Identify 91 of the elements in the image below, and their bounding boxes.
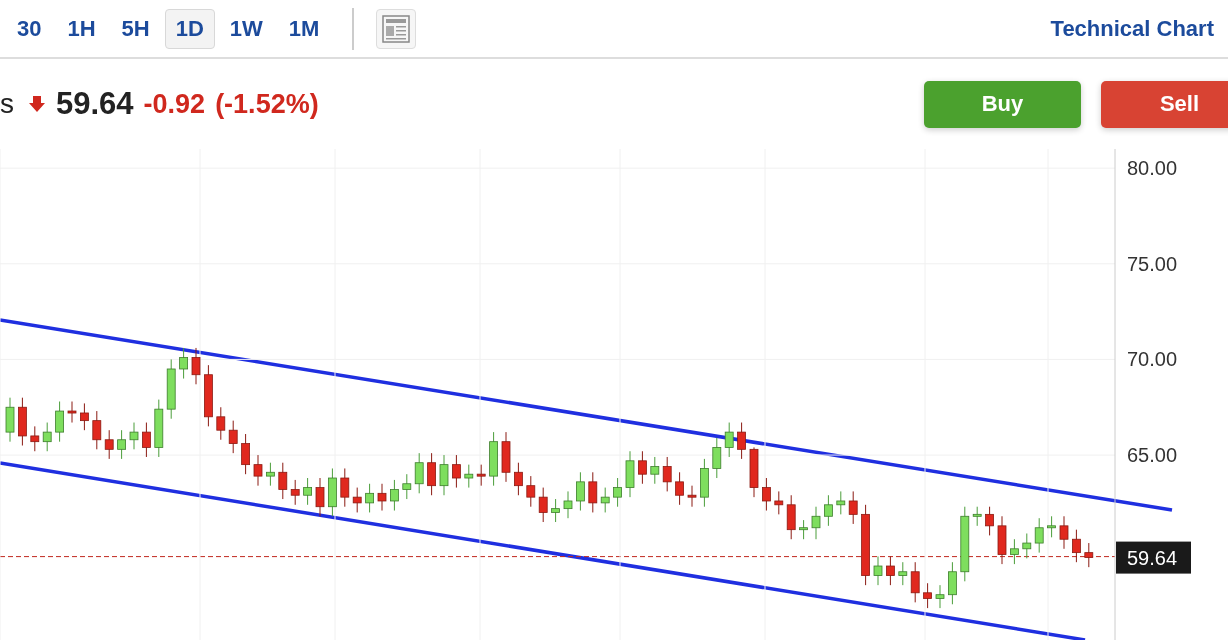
candlestick	[30, 425, 40, 452]
candlestick	[538, 487, 548, 523]
candlestick	[985, 506, 994, 536]
candlestick	[191, 347, 201, 385]
candlestick	[886, 555, 895, 586]
candlestick	[638, 450, 647, 485]
candlestick	[1022, 532, 1032, 559]
candlestick	[1010, 538, 1019, 565]
timeframe-tab[interactable]: 30	[6, 8, 53, 49]
candlestick	[935, 584, 945, 609]
candlestick	[340, 467, 350, 508]
candlestick	[811, 506, 821, 540]
timeframe-tab[interactable]: 1D	[164, 8, 215, 49]
candlestick	[80, 402, 89, 431]
candlestick	[737, 422, 746, 460]
candlestick	[377, 483, 387, 512]
candlestick	[216, 406, 226, 441]
candlestick	[873, 555, 883, 586]
candlestick	[402, 473, 412, 500]
candlestick	[117, 429, 126, 460]
candlestick	[600, 487, 610, 513]
candlestick	[439, 454, 449, 496]
candlestick	[414, 452, 424, 494]
last-price-label: 59.64	[1127, 546, 1178, 569]
candlestick	[1047, 515, 1056, 538]
candlestick	[526, 475, 536, 508]
candlestick	[836, 490, 846, 515]
candlestick	[290, 479, 300, 506]
candlestick	[67, 401, 77, 424]
candlestick	[687, 485, 697, 508]
candlestick	[452, 454, 461, 489]
candlestick	[576, 471, 585, 512]
timeframe-tab[interactable]: 1M	[277, 8, 331, 49]
candlestick	[588, 471, 598, 513]
candlestick	[55, 401, 64, 443]
candlestick	[774, 490, 784, 515]
candlestick	[1072, 529, 1081, 563]
candlestick	[129, 422, 139, 450]
change-text: -0.92	[143, 88, 206, 120]
candlestick	[253, 454, 263, 487]
timeframe-tab[interactable]: 5H	[110, 8, 161, 49]
candlestick	[142, 422, 151, 458]
candlestick	[303, 477, 312, 506]
candlestick	[898, 561, 908, 586]
technical-chart-link[interactable]: Technical Chart	[1050, 15, 1214, 42]
candlestick	[712, 437, 722, 479]
candlestick	[179, 347, 188, 380]
candlestick	[762, 477, 771, 512]
candlestick	[972, 506, 982, 527]
axis-label: 70.00	[1127, 348, 1178, 371]
candlestick	[1034, 517, 1044, 554]
candlestick	[514, 462, 523, 496]
sell-button[interactable]: Sell	[1101, 80, 1228, 128]
candlestick	[365, 483, 374, 513]
candlestick	[650, 456, 660, 485]
axis-label: 65.00	[1127, 444, 1178, 467]
candlestick	[1059, 515, 1069, 550]
candlestick	[92, 410, 102, 450]
candlestick	[848, 490, 858, 525]
candlestick	[551, 498, 560, 523]
candlestick	[948, 561, 957, 605]
candlestick	[923, 582, 932, 609]
candlestick	[241, 433, 250, 475]
percent-change-text: (-1.52%)	[215, 88, 319, 120]
price-text: 59.64	[56, 86, 134, 122]
axis-label: 80.00	[1127, 157, 1178, 180]
symbol-text: s	[0, 88, 14, 120]
candlestick	[476, 464, 486, 487]
candlestick	[799, 519, 808, 540]
candlestick	[315, 477, 325, 517]
layout-button[interactable]	[376, 8, 417, 49]
candlestick	[1084, 542, 1094, 568]
candlestick	[464, 464, 474, 489]
axis-label: 75.00	[1127, 252, 1178, 275]
candlestick	[278, 462, 288, 500]
timeframe-tab[interactable]: 1H	[56, 8, 107, 49]
candlestick	[563, 490, 573, 519]
candlestick	[824, 494, 833, 527]
candlestick	[613, 477, 622, 508]
timeframe-tab[interactable]: 1W	[218, 8, 274, 49]
candlestick	[42, 422, 52, 452]
candlestick	[390, 479, 399, 512]
candlestick	[427, 452, 436, 496]
candlestick	[675, 471, 684, 506]
candlestick	[662, 456, 672, 492]
candlestick	[724, 422, 734, 458]
candlestick	[228, 420, 238, 454]
candlestick	[352, 487, 362, 513]
candlestick	[104, 429, 114, 460]
candlestick	[266, 462, 275, 487]
candlestick	[910, 561, 920, 603]
